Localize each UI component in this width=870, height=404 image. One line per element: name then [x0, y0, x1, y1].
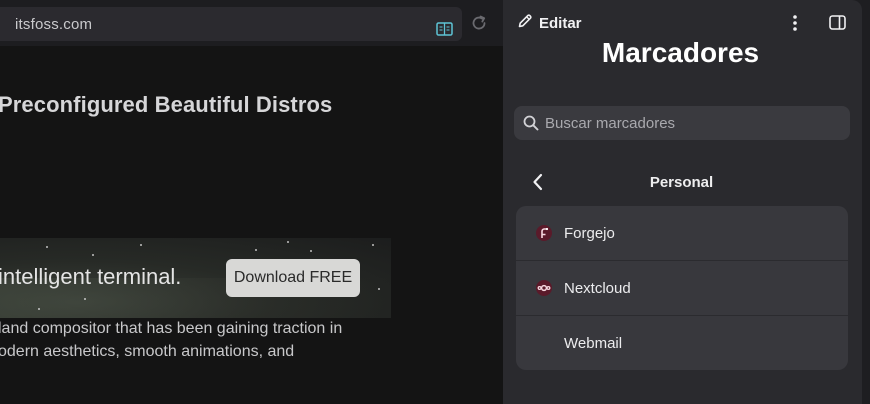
- bookmark-item-nextcloud[interactable]: Nextcloud: [516, 261, 848, 316]
- sidebar-toggle-icon[interactable]: [829, 15, 846, 35]
- browser-view: itsfoss.com Preconfigured Beautiful Dist…: [0, 0, 503, 404]
- bookmark-search[interactable]: [514, 106, 850, 140]
- article-headline[interactable]: Preconfigured Beautiful Distros: [0, 92, 332, 118]
- bookmark-item-webmail[interactable]: Webmail: [516, 316, 848, 370]
- article-text-line: land compositor that has been gaining tr…: [0, 320, 343, 337]
- nextcloud-icon: [536, 280, 552, 296]
- url-bar[interactable]: itsfoss.com: [0, 7, 462, 41]
- bookmark-label: Webmail: [564, 335, 623, 352]
- bookmark-list: Forgejo Nextcloud Webmail: [516, 206, 848, 370]
- ad-star: [372, 244, 374, 246]
- ad-star: [38, 308, 40, 310]
- ad-banner[interactable]: intelligent terminal. Download FREE: [0, 238, 391, 318]
- bookmark-label: Nextcloud: [564, 279, 631, 297]
- ad-star: [92, 254, 94, 256]
- sidebar-panel: Editar Marcadores Buscar marcadores Pers…: [503, 0, 862, 404]
- edit-button[interactable]: Editar: [517, 13, 582, 33]
- article-text-line: odern aesthetics, smooth animations, and: [0, 343, 295, 360]
- pencil-icon: [517, 13, 533, 33]
- ad-download-button[interactable]: Download FREE: [226, 259, 360, 297]
- bookmark-item-forgejo[interactable]: Forgejo: [516, 206, 848, 261]
- ad-star: [84, 298, 86, 300]
- ad-star: [287, 241, 289, 243]
- reader-mode-icon[interactable]: [436, 22, 453, 42]
- ad-star: [46, 246, 48, 248]
- ad-star: [255, 249, 257, 251]
- search-icon: [523, 115, 539, 136]
- ad-star: [310, 250, 312, 252]
- ad-star: [378, 288, 380, 290]
- bookmarks-sidebar: Editar Marcadores Buscar marcadores Pers…: [503, 0, 870, 404]
- forgejo-icon: [536, 225, 552, 241]
- ad-text: intelligent terminal.: [0, 264, 182, 289]
- url-text[interactable]: itsfoss.com: [15, 16, 92, 33]
- search-input[interactable]: [545, 106, 845, 140]
- more-options-icon[interactable]: [791, 14, 799, 37]
- folder-title: Personal: [649, 174, 714, 191]
- sidebar-title: Marcadores: [601, 37, 760, 68]
- app-root: itsfoss.com Preconfigured Beautiful Dist…: [0, 0, 870, 404]
- toolbar: itsfoss.com: [0, 0, 503, 46]
- edit-label: Editar: [539, 14, 582, 32]
- ad-star: [140, 244, 142, 246]
- page-content: Preconfigured Beautiful Distros intellig…: [0, 46, 503, 404]
- reload-icon[interactable]: [470, 14, 488, 37]
- bookmark-label: Forgejo: [564, 224, 615, 242]
